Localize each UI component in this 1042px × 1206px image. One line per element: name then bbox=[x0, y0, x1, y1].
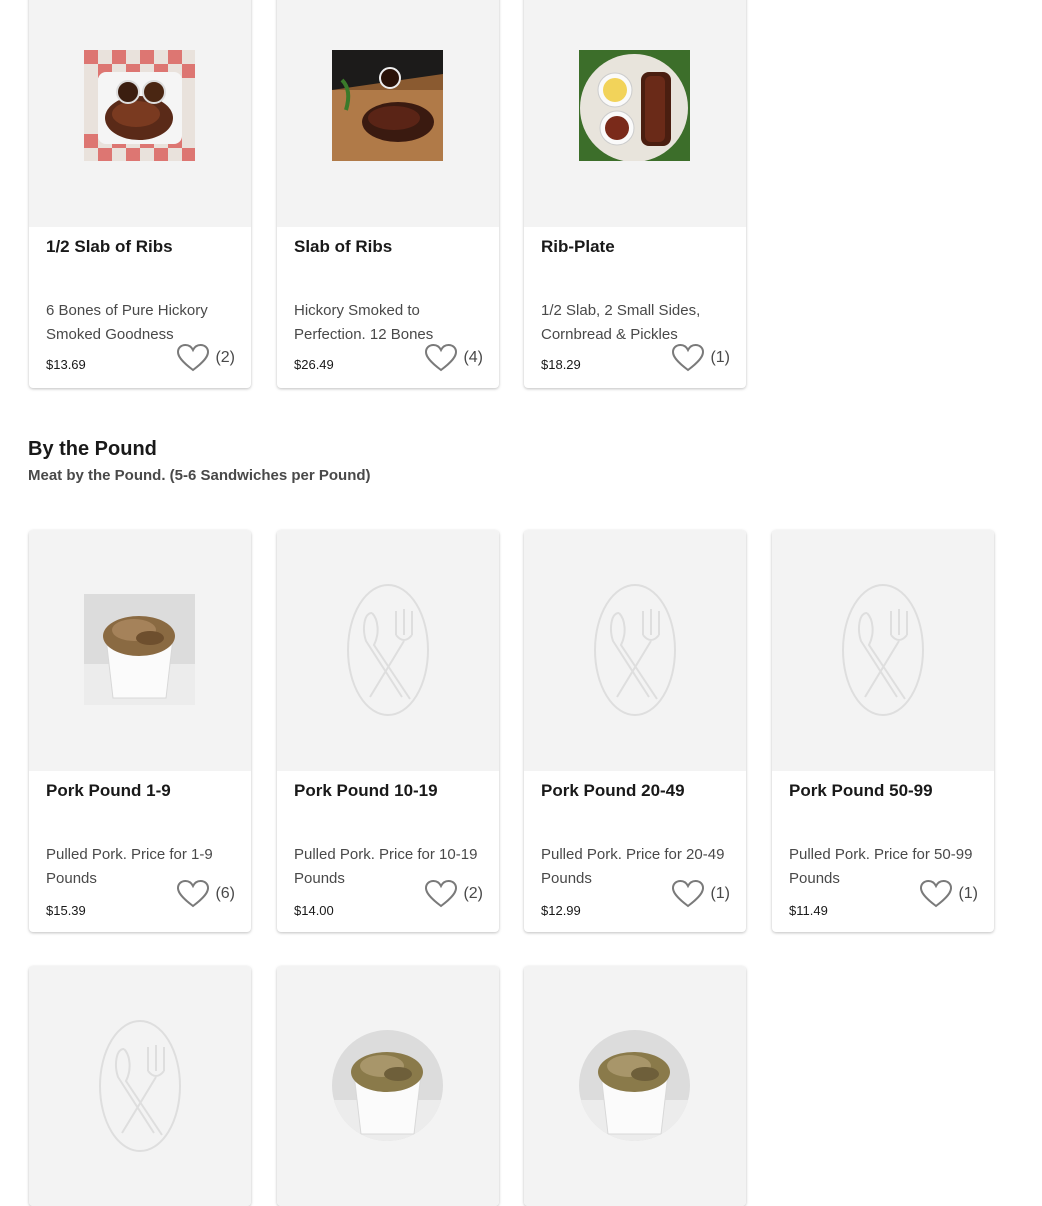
menu-item-image-area bbox=[29, 530, 251, 771]
menu-item-name: 1/2 Slab of Ribs bbox=[46, 237, 173, 256]
menu-item-image-area bbox=[524, 0, 746, 227]
pulled-pork-photo bbox=[579, 1030, 690, 1141]
like-count: (1) bbox=[710, 885, 730, 902]
like-count: (2) bbox=[215, 349, 235, 366]
menu-item-price: $14.00 bbox=[294, 903, 334, 918]
menu-item-image-area bbox=[524, 966, 746, 1206]
heart-outline-icon bbox=[672, 344, 705, 372]
menu-item-price: $15.39 bbox=[46, 903, 86, 918]
menu-item-name: Pork Pound 10-19 bbox=[294, 781, 438, 800]
menu-item-card[interactable]: Rib-Plate 1/2 Slab, 2 Small Sides, Cornb… bbox=[524, 0, 746, 388]
menu-item-price: $11.49 bbox=[789, 903, 828, 918]
menu-item-card[interactable] bbox=[277, 966, 499, 1206]
menu-item-price: $12.99 bbox=[541, 903, 581, 918]
like-count: (1) bbox=[958, 885, 978, 902]
heart-outline-icon bbox=[177, 344, 210, 372]
like-button[interactable]: (1) bbox=[672, 880, 730, 908]
like-button[interactable]: (1) bbox=[672, 344, 730, 372]
menu-item-name: Rib-Plate bbox=[541, 237, 615, 256]
menu-item-description: 6 Bones of Pure Hickory Smoked Goodness bbox=[46, 302, 208, 343]
menu-item-image-area bbox=[277, 966, 499, 1206]
menu-item-card[interactable]: Pork Pound 20-49 Pulled Pork. Price for … bbox=[524, 530, 746, 932]
menu-item-card[interactable] bbox=[29, 966, 251, 1206]
plate-utensils-icon bbox=[347, 584, 429, 716]
menu-item-image-area bbox=[277, 0, 499, 227]
menu-item-description: 1/2 Slab, 2 Small Sides, Cornbread & Pic… bbox=[541, 302, 701, 343]
menu-item-image-area bbox=[524, 530, 746, 771]
menu-item-name: Pork Pound 1-9 bbox=[46, 781, 171, 800]
like-button[interactable]: (4) bbox=[425, 344, 483, 372]
heart-outline-icon bbox=[672, 880, 705, 908]
menu-item-card[interactable]: Pork Pound 1-9 Pulled Pork. Price for 1-… bbox=[29, 530, 251, 932]
menu-item-description: Hickory Smoked to Perfection. 12 Bones bbox=[294, 302, 434, 343]
menu-item-image-area bbox=[29, 0, 251, 227]
section-title: By the Pound bbox=[28, 438, 157, 460]
like-count: (1) bbox=[710, 349, 730, 366]
menu-item-price: $18.29 bbox=[541, 357, 581, 372]
section-subtitle: Meat by the Pound. (5-6 Sandwiches per P… bbox=[28, 467, 371, 484]
menu-item-price: $13.69 bbox=[46, 357, 86, 372]
heart-outline-icon bbox=[425, 880, 458, 908]
heart-outline-icon bbox=[425, 344, 458, 372]
rib-plate-photo bbox=[579, 50, 690, 161]
like-count: (6) bbox=[215, 885, 235, 902]
ribs-half-slab-photo bbox=[84, 50, 195, 161]
menu-item-price: $26.49 bbox=[294, 357, 334, 372]
slab-of-ribs-photo bbox=[332, 50, 443, 161]
like-button[interactable]: (2) bbox=[177, 344, 235, 372]
heart-outline-icon bbox=[920, 880, 953, 908]
pulled-pork-photo bbox=[332, 1030, 443, 1141]
menu-item-card[interactable]: Pork Pound 10-19 Pulled Pork. Price for … bbox=[277, 530, 499, 932]
pulled-pork-photo bbox=[84, 594, 195, 705]
menu-item-image-area bbox=[29, 966, 251, 1206]
menu-item-card[interactable]: 1/2 Slab of Ribs 6 Bones of Pure Hickory… bbox=[29, 0, 251, 388]
like-count: (2) bbox=[463, 885, 483, 902]
menu-item-image-area bbox=[772, 530, 994, 771]
menu-item-image-area bbox=[277, 530, 499, 771]
heart-outline-icon bbox=[177, 880, 210, 908]
like-count: (4) bbox=[463, 349, 483, 366]
menu-item-name: Pork Pound 50-99 bbox=[789, 781, 933, 800]
menu-item-card[interactable] bbox=[524, 966, 746, 1206]
plate-utensils-icon bbox=[842, 584, 924, 716]
menu-item-name: Slab of Ribs bbox=[294, 237, 393, 256]
plate-utensils-icon bbox=[594, 584, 676, 716]
menu-item-card[interactable]: Pork Pound 50-99 Pulled Pork. Price for … bbox=[772, 530, 994, 932]
like-button[interactable]: (2) bbox=[425, 880, 483, 908]
menu-item-name: Pork Pound 20-49 bbox=[541, 781, 685, 800]
plate-utensils-icon bbox=[99, 1020, 181, 1152]
menu-item-card[interactable]: Slab of Ribs Hickory Smoked to Perfectio… bbox=[277, 0, 499, 388]
like-button[interactable]: (1) bbox=[920, 880, 978, 908]
like-button[interactable]: (6) bbox=[177, 880, 235, 908]
